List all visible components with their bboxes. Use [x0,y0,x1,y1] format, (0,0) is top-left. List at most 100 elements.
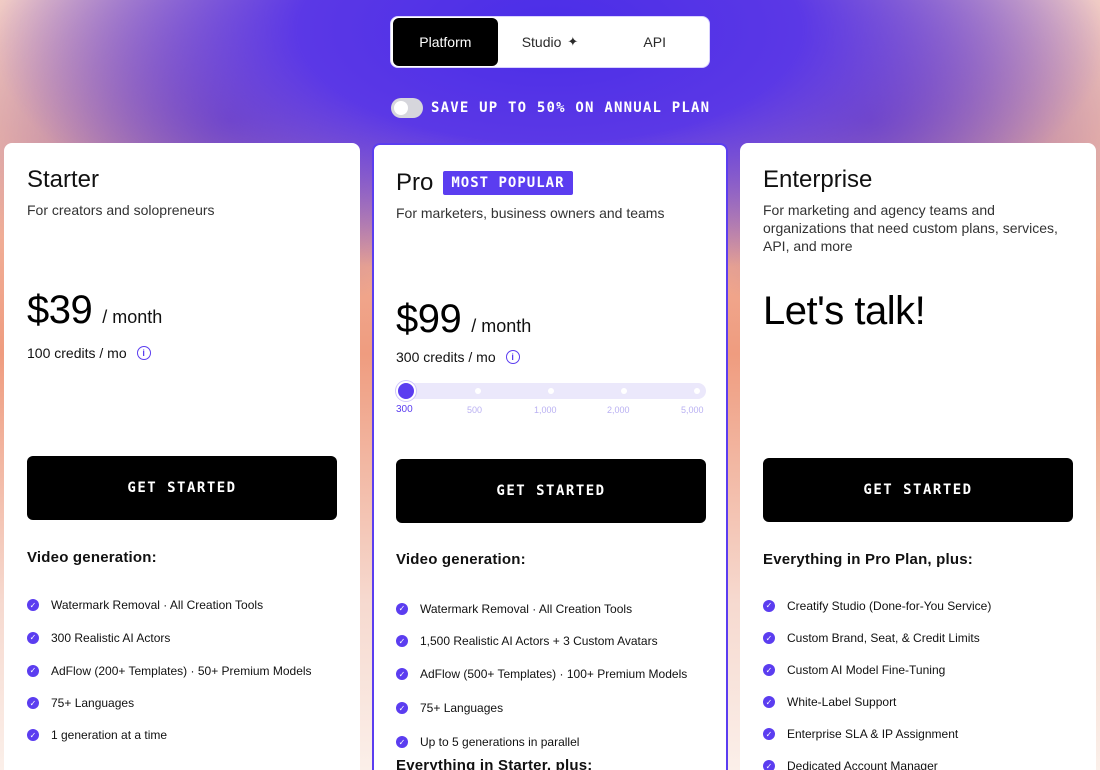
feature-text: Watermark Removal · All Creation Tools [51,598,264,612]
check-icon: ✓ [763,664,775,676]
tab-platform[interactable]: Platform [393,18,498,66]
check-icon: ✓ [27,697,39,709]
tab-studio[interactable]: Studio ✦ [498,18,603,66]
list-item: ✓ Watermark Removal · All Creation Tools [27,589,312,621]
plan-description: For marketers, business owners and teams [396,205,665,221]
tick-label: 500 [467,405,483,415]
get-started-button[interactable]: GET STARTED [763,458,1073,522]
check-icon: ✓ [27,664,39,677]
product-tabs: Platform Studio ✦ API [390,16,710,68]
tick-label: 300 [396,404,413,415]
tick-label: 5,000 [681,405,704,415]
credits-row: 300 credits / mo i [396,349,520,365]
feature-text: White-Label Support [787,695,897,709]
most-popular-badge: MOST POPULAR [443,171,573,195]
feature-text: Watermark Removal · All Creation Tools [420,601,633,616]
list-item: ✓ Custom Brand, Seat, & Credit Limits [763,622,991,654]
feature-text: AdFlow (200+ Templates) · 50+ Premium Mo… [51,663,312,678]
features-section-title: Everything in Pro Plan, plus: [763,551,973,568]
plan-header: Pro MOST POPULAR [396,168,704,198]
check-icon: ✓ [763,696,775,708]
info-icon[interactable]: i [505,350,520,364]
list-item: ✓ Up to 5 generations in parallel [396,725,687,759]
credits-slider[interactable]: 300 500 1,000 2,000 5,000 [396,381,706,421]
feature-text: 75+ Languages [420,701,504,715]
features-section-title-2: Everything in Starter, plus: [396,757,593,770]
check-icon: ✓ [763,760,775,770]
feature-text: Enterprise SLA & IP Assignment [787,727,959,741]
plan-card-pro: Pro MOST POPULAR For marketers, business… [372,143,728,770]
credits-row: 100 credits / mo i [27,345,151,361]
tab-api[interactable]: API [602,18,707,66]
feature-list: ✓ Watermark Removal · All Creation Tools … [27,589,312,751]
check-icon: ✓ [763,728,775,740]
check-icon: ✓ [396,702,408,714]
tick-label: 1,000 [534,405,557,415]
feature-text: 300 Realistic AI Actors [51,630,171,645]
plan-name: Starter [27,166,100,193]
list-item: ✓ 300 Realistic AI Actors [27,621,312,654]
check-icon: ✓ [396,635,408,647]
check-icon: ✓ [763,599,775,612]
list-item: ✓ 75+ Languages [396,691,687,725]
plan-card-enterprise: Enterprise For marketing and agency team… [740,143,1096,770]
check-icon: ✓ [27,599,39,611]
tab-label: Studio [521,34,562,50]
list-item: ✓ 75+ Languages [27,687,312,719]
tab-label: API [643,34,666,50]
slider-stop [548,388,554,394]
contact-headline: Let's talk! [763,289,926,333]
check-icon: ✓ [27,631,39,644]
list-item: ✓ AdFlow (200+ Templates) · 50+ Premium M… [27,654,312,687]
price-row: $39 / month [27,288,162,333]
credits-text: 100 credits / mo [27,345,127,361]
check-icon: ✓ [396,736,408,748]
feature-text: Dedicated Account Manager [787,759,938,770]
tick-label: 2,000 [607,405,630,415]
slider-track[interactable] [396,381,706,401]
toggle-knob [394,101,408,115]
plan-description: For marketing and agency teams and organ… [763,202,1058,254]
list-item: ✓ Creatify Studio (Done-for-You Service) [763,589,991,622]
feature-text: 75+ Languages [51,696,135,710]
annual-plan-toggle[interactable] [391,98,423,118]
credits-text: 300 credits / mo [396,349,496,365]
list-item: ✓ Dedicated Account Manager [763,750,991,770]
plan-header: Enterprise [763,165,1073,195]
check-icon: ✓ [763,632,775,644]
plan-header: Starter [27,165,337,195]
feature-list: ✓ Creatify Studio (Done-for-You Service) … [763,589,991,770]
get-started-button[interactable]: GET STARTED [27,456,337,520]
price-period: / month [102,307,163,327]
plan-name: Pro [396,169,434,196]
list-item: ✓ Watermark Removal · All Creation Tools [396,592,687,625]
info-icon[interactable]: i [136,346,151,360]
feature-list: ✓ Watermark Removal · All Creation Tools … [396,592,687,759]
feature-text: Up to 5 generations in parallel [420,735,580,749]
feature-text: Creatify Studio (Done-for-You Service) [787,598,992,613]
check-icon: ✓ [396,602,408,615]
feature-text: Custom AI Model Fine-Tuning [787,663,946,677]
list-item: ✓ AdFlow (500+ Templates) · 100+ Premium … [396,657,687,691]
slider-thumb[interactable] [396,381,416,401]
feature-text: AdFlow (500+ Templates) · 100+ Premium M… [420,667,688,681]
feature-text: Custom Brand, Seat, & Credit Limits [787,631,980,645]
slider-stop [621,388,627,394]
plan-price: $99 [396,297,462,341]
price-row: $99 / month [396,297,531,342]
tab-label: Platform [419,34,472,50]
feature-text: 1 generation at a time [51,728,168,742]
check-icon: ✓ [27,729,39,741]
slider-ticks: 300 500 1,000 2,000 5,000 [396,403,706,421]
plan-name: Enterprise [763,166,873,193]
sparkle-icon: ✦ [567,34,579,49]
get-started-button[interactable]: GET STARTED [396,459,706,523]
plan-description: For creators and solopreneurs [27,202,215,218]
features-section-title: Video generation: [396,551,526,568]
list-item: ✓ 1 generation at a time [27,719,312,751]
list-item: ✓ Custom AI Model Fine-Tuning [763,654,991,686]
list-item: ✓ White-Label Support [763,686,991,718]
feature-text: 1,500 Realistic AI Actors + 3 Custom Ava… [420,634,658,648]
plan-price: $39 [27,288,93,332]
check-icon: ✓ [396,668,408,680]
